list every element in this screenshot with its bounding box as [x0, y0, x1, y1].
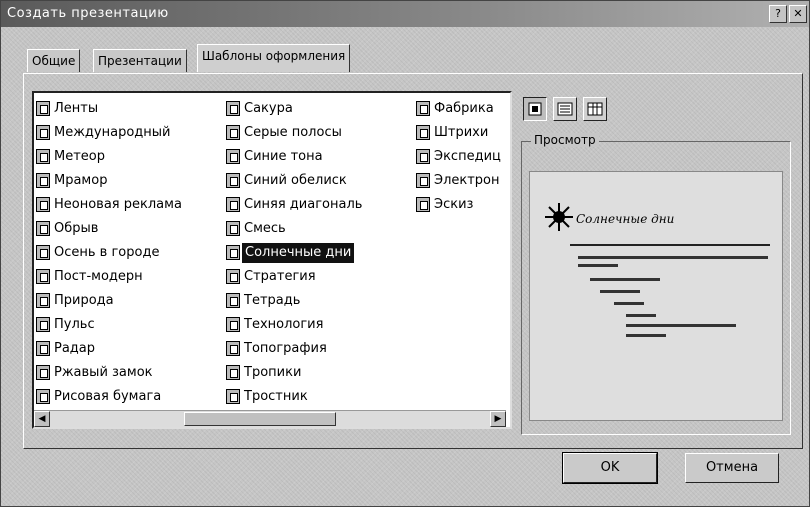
template-item-label: Метеор	[54, 149, 105, 164]
window-title: Создать презентацию	[7, 6, 169, 21]
scroll-right-arrow-icon[interactable]: ▶	[490, 411, 506, 427]
template-item-label: Ржавый замок	[54, 365, 153, 380]
template-file-icon	[36, 245, 50, 260]
template-item-label: Электрон	[434, 173, 500, 188]
tab-design-templates[interactable]: Шаблоны оформления	[197, 44, 351, 72]
template-item-label: Пост-модерн	[54, 269, 143, 284]
new-presentation-dialog: Создать презентацию ? ✕ Общие Презентаци…	[0, 0, 810, 507]
template-item-label: Природа	[54, 293, 114, 308]
template-file-icon	[226, 365, 240, 380]
scroll-thumb[interactable]	[184, 412, 336, 426]
template-item-label: Сакура	[244, 101, 293, 116]
template-item-label: Международный	[54, 125, 171, 140]
template-file-icon	[226, 245, 240, 260]
preview-slide-title: Солнечные дни	[576, 212, 675, 226]
template-file-icon	[36, 341, 50, 356]
preview-rule	[570, 244, 770, 246]
template-item-label: Стратегия	[244, 269, 316, 284]
template-item-label: Топография	[244, 341, 327, 356]
template-item-label: Фабрика	[434, 101, 494, 116]
large-icons-view-button[interactable]	[523, 97, 547, 121]
ok-button-label: OK	[600, 460, 620, 475]
template-file-icon	[416, 197, 430, 212]
preview-text-line	[590, 278, 660, 281]
help-button[interactable]: ?	[769, 5, 787, 23]
preview-text-line	[626, 324, 736, 327]
template-file-icon	[226, 269, 240, 284]
template-file-icon	[226, 149, 240, 164]
ok-button[interactable]: OK	[562, 452, 658, 484]
preview-text-line	[614, 302, 644, 305]
preview-label: Просмотр	[531, 133, 599, 147]
template-item-label: Мрамор	[54, 173, 108, 188]
sun-icon	[545, 203, 573, 231]
preview-slide: Солнечные дни	[529, 171, 783, 421]
template-file-icon	[36, 389, 50, 404]
template-item-label: Неоновая реклама	[54, 197, 182, 212]
template-item-label: Осень в городе	[54, 245, 160, 260]
template-file-icon	[416, 173, 430, 188]
list-view-button[interactable]	[553, 97, 577, 121]
template-file-icon	[36, 317, 50, 332]
template-item-label: Технология	[244, 317, 324, 332]
template-item-label: Радар	[54, 341, 96, 356]
details-view-icon	[587, 102, 603, 116]
template-file-icon	[36, 269, 50, 284]
preview-text-line	[626, 314, 656, 317]
template-file-icon	[226, 125, 240, 140]
template-file-icon	[226, 221, 240, 236]
tab-general[interactable]: Общие	[27, 49, 81, 72]
tab-presentations[interactable]: Презентации	[93, 49, 187, 72]
template-file-icon	[226, 101, 240, 116]
scroll-left-arrow-icon[interactable]: ◀	[34, 411, 50, 427]
template-file-icon	[226, 293, 240, 308]
template-item-label: Солнечные дни	[242, 243, 355, 263]
template-item-label: Обрыв	[54, 221, 99, 236]
template-list[interactable]: Ленты Международный Метеор Мрамор Неоновая р…	[32, 91, 512, 429]
details-view-button[interactable]	[583, 97, 607, 121]
template-file-icon	[226, 197, 240, 212]
template-item-label: Штрихи	[434, 125, 489, 140]
template-item-label: Пульс	[54, 317, 95, 332]
template-file-icon	[36, 101, 50, 116]
template-file-icon	[416, 125, 430, 140]
template-item-label: Тетрадь	[244, 293, 301, 308]
template-file-icon	[36, 149, 50, 164]
template-item-label: Ленты	[54, 101, 99, 116]
template-item-label: Экспедиц	[434, 149, 501, 164]
title-bar: Создать презентацию ? ✕	[1, 1, 809, 27]
template-file-icon	[226, 341, 240, 356]
template-file-icon	[226, 173, 240, 188]
cancel-button-label: Отмена	[705, 460, 759, 475]
preview-text-line	[600, 290, 640, 293]
template-item-label: Смесь	[244, 221, 286, 236]
template-item-label: Синий обелиск	[244, 173, 347, 188]
template-item-label: Серые полосы	[244, 125, 342, 140]
preview-text-line	[578, 264, 618, 267]
template-item-label: Тростник	[244, 389, 308, 404]
horizontal-scrollbar[interactable]: ◀ ▶	[34, 410, 506, 427]
cancel-button[interactable]: Отмена	[685, 453, 779, 483]
list-view-icon	[557, 102, 573, 116]
template-file-icon	[36, 221, 50, 236]
template-file-icon	[416, 101, 430, 116]
template-file-icon	[36, 365, 50, 380]
template-item-label: Тропики	[244, 365, 302, 380]
template-item-label: Эскиз	[434, 197, 474, 212]
close-button[interactable]: ✕	[789, 5, 807, 23]
template-item-label: Рисовая бумага	[54, 389, 162, 404]
template-file-icon	[36, 173, 50, 188]
template-item-label: Синие тона	[244, 149, 323, 164]
template-item-label: Синяя диагональ	[244, 197, 363, 212]
template-file-icon	[226, 317, 240, 332]
template-file-icon	[36, 197, 50, 212]
template-file-icon	[226, 389, 240, 404]
preview-text-line	[578, 256, 768, 259]
large-icons-view-icon	[528, 102, 542, 116]
template-file-icon	[36, 293, 50, 308]
preview-text-line	[626, 334, 666, 337]
template-file-icon	[416, 149, 430, 164]
template-file-icon	[36, 125, 50, 140]
